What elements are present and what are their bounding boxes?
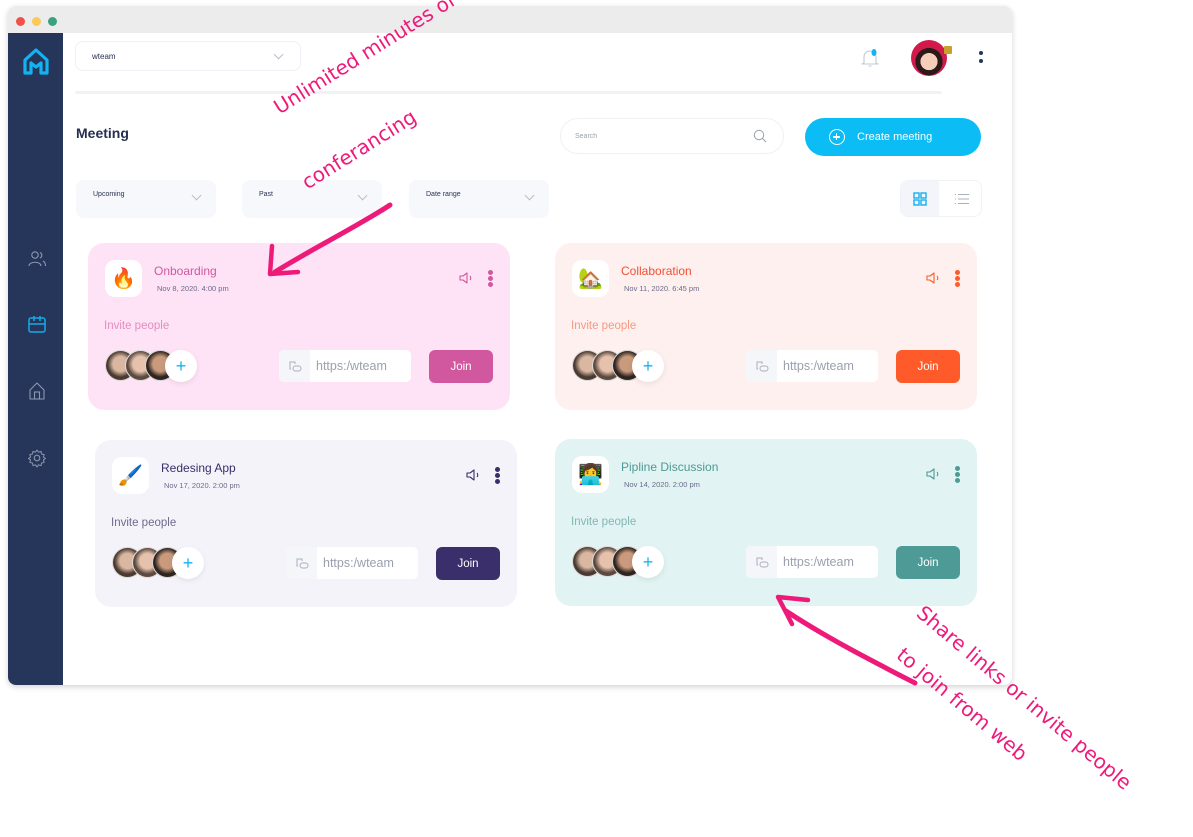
app-window: wteam Meeting Create meeting Upcoming Pa… [8, 6, 1012, 685]
meeting-title: Onboarding [154, 264, 217, 278]
meeting-link-field[interactable]: https:/wteam [746, 350, 878, 382]
grid-icon [913, 191, 927, 206]
card-menu-icon[interactable] [955, 270, 961, 288]
grid-view-button[interactable] [901, 181, 939, 216]
list-icon [955, 193, 969, 204]
maximize-window-button[interactable] [48, 17, 57, 26]
meeting-card[interactable]: 🔥 Onboarding Nov 8, 2020. 4:00 pm Invite… [88, 243, 510, 410]
users-icon [28, 251, 47, 267]
join-button[interactable]: Join [896, 350, 960, 383]
team-select-value: wteam [92, 51, 116, 61]
sidebar-item-users[interactable] [26, 248, 48, 270]
meeting-date: Nov 8, 2020. 4:00 pm [157, 284, 229, 293]
meeting-link-text: https:/wteam [783, 359, 854, 373]
page-title: Meeting [76, 125, 129, 141]
speaker-icon[interactable] [925, 271, 941, 285]
chevron-down-icon [273, 49, 284, 60]
meeting-date: Nov 14, 2020. 2:00 pm [624, 480, 700, 489]
main-content: wteam Meeting Create meeting Upcoming Pa… [63, 33, 1012, 685]
create-meeting-label: Create meeting [857, 131, 933, 143]
speaker-icon[interactable] [465, 468, 481, 482]
invite-people-label: Invite people [571, 516, 637, 528]
meeting-emoji-icon: 🏡 [572, 260, 609, 297]
search-input[interactable] [575, 132, 735, 140]
bell-icon[interactable] [859, 47, 881, 69]
sidebar-item-calendar[interactable] [26, 313, 48, 335]
meeting-emoji-icon: 🔥 [105, 260, 142, 297]
title-bar [8, 6, 1012, 33]
filter-label: Date range [426, 191, 461, 198]
participant-avatars: + [572, 350, 672, 382]
home-icon [29, 382, 45, 400]
close-window-button[interactable] [16, 17, 25, 26]
user-avatar[interactable] [911, 40, 947, 76]
list-view-button[interactable] [943, 181, 981, 216]
participant-avatars: + [572, 546, 672, 578]
search-icon[interactable] [753, 129, 767, 143]
minimize-window-button[interactable] [32, 17, 41, 26]
invite-people-label: Invite people [111, 517, 177, 529]
gear-icon [28, 449, 46, 468]
participant-avatars: + [112, 547, 212, 579]
copy-link-icon[interactable] [279, 350, 310, 382]
sidebar [8, 33, 63, 685]
meeting-link-field[interactable]: https:/wteam [279, 350, 411, 382]
calendar-icon [28, 316, 46, 333]
meeting-title: Collaboration [621, 264, 692, 278]
filter-upcoming[interactable]: Upcoming [76, 180, 216, 218]
search-box [560, 118, 784, 154]
join-button[interactable]: Join [436, 547, 500, 580]
copy-link-icon[interactable] [746, 350, 777, 382]
meeting-link-text: https:/wteam [783, 555, 854, 569]
join-button[interactable]: Join [429, 350, 493, 383]
card-menu-icon[interactable] [495, 467, 501, 485]
meeting-title: Redesing App [161, 461, 236, 475]
team-select[interactable]: wteam [75, 41, 301, 71]
meeting-card[interactable]: 🏡 Collaboration Nov 11, 2020. 6:45 pm In… [555, 243, 977, 410]
invite-people-label: Invite people [104, 320, 170, 332]
sidebar-item-home[interactable] [26, 380, 48, 402]
meeting-emoji-icon: 👩‍💻 [572, 456, 609, 493]
join-button[interactable]: Join [896, 546, 960, 579]
chevron-down-icon [524, 190, 535, 201]
meeting-card[interactable]: 🖌️ Redesing App Nov 17, 2020. 2:00 pm In… [95, 440, 517, 607]
sidebar-item-settings[interactable] [26, 447, 48, 469]
filter-date-range[interactable]: Date range [409, 180, 549, 218]
participant-avatars: + [105, 350, 205, 382]
wteam-logo-icon[interactable] [22, 47, 50, 75]
create-meeting-button[interactable]: Create meeting [805, 118, 981, 156]
speaker-icon[interactable] [458, 271, 474, 285]
meeting-link-field[interactable]: https:/wteam [746, 546, 878, 578]
gift-badge-icon [944, 46, 952, 54]
add-participant-button[interactable]: + [165, 350, 197, 382]
meeting-date: Nov 11, 2020. 6:45 pm [624, 284, 700, 293]
meeting-date: Nov 17, 2020. 2:00 pm [164, 481, 240, 490]
speaker-icon[interactable] [925, 467, 941, 481]
copy-link-icon[interactable] [746, 546, 777, 578]
meeting-link-field[interactable]: https:/wteam [286, 547, 418, 579]
card-menu-icon[interactable] [955, 466, 961, 484]
card-menu-icon[interactable] [488, 270, 494, 288]
plus-circle-icon [829, 129, 845, 145]
filter-label: Past [259, 191, 274, 198]
meeting-link-text: https:/wteam [323, 556, 394, 570]
filter-label: Upcoming [93, 191, 125, 198]
meeting-emoji-icon: 🖌️ [112, 457, 149, 494]
meeting-card[interactable]: 👩‍💻 Pipline Discussion Nov 14, 2020. 2:0… [555, 439, 977, 606]
kebab-menu-icon[interactable] [978, 51, 984, 67]
copy-link-icon[interactable] [286, 547, 317, 579]
meeting-link-text: https:/wteam [316, 359, 387, 373]
add-participant-button[interactable]: + [172, 547, 204, 579]
view-toggle [900, 180, 982, 217]
add-participant-button[interactable]: + [632, 546, 664, 578]
meeting-title: Pipline Discussion [621, 460, 719, 474]
add-participant-button[interactable]: + [632, 350, 664, 382]
header-divider [75, 91, 942, 94]
invite-people-label: Invite people [571, 320, 637, 332]
chevron-down-icon [191, 190, 202, 201]
chevron-down-icon [357, 190, 368, 201]
